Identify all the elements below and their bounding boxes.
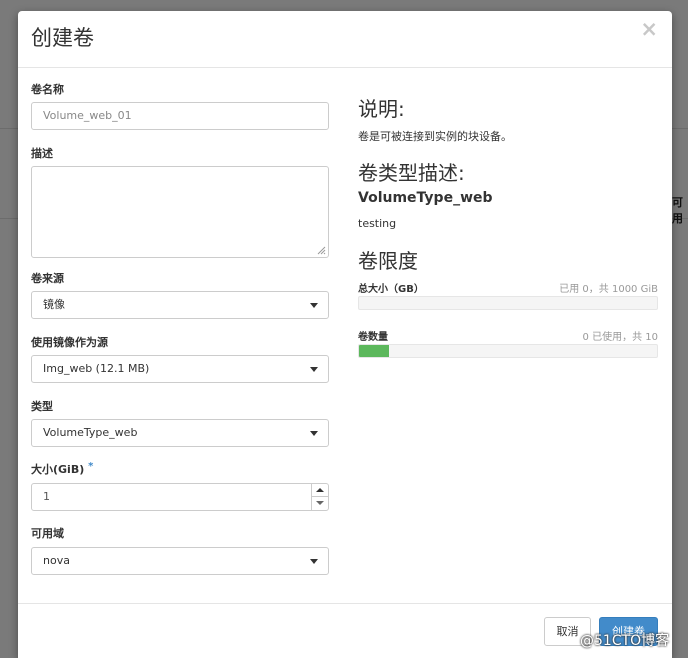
resize-grip-icon[interactable] (317, 246, 326, 255)
caret-down-icon (310, 431, 318, 436)
volume-source-select[interactable]: 镜像 (31, 291, 329, 319)
image-source-label: 使用镜像作为源 (31, 336, 108, 349)
caret-down-icon (310, 303, 318, 308)
volume-count-value: 0 已使用，共 10 (582, 332, 658, 343)
watermark: @51CTO博客 (580, 633, 670, 649)
volume-count-label: 卷数量 (358, 332, 388, 343)
description-label: 描述 (31, 147, 53, 160)
total-size-label: 总大小（GB） (358, 284, 424, 295)
modal-header: 创建卷 × (18, 11, 672, 68)
type-heading: 卷类型描述: (358, 161, 465, 185)
size-label: 大小(GiB) * (31, 461, 93, 477)
required-mark: * (88, 461, 94, 472)
caret-down-icon (310, 559, 318, 564)
chevron-down-icon (316, 501, 324, 505)
volume-name-input[interactable]: Volume_web_01 (31, 102, 329, 130)
availability-zone-label: 可用域 (31, 527, 64, 540)
type-select[interactable]: VolumeType_web (31, 419, 329, 447)
size-input[interactable]: 1 (31, 483, 329, 511)
total-size-value: 已用 0，共 1000 GiB (559, 284, 658, 295)
stepper-up-button[interactable] (312, 484, 328, 497)
modal-footer-divider (18, 603, 672, 604)
size-label-text: 大小(GiB) (31, 463, 85, 476)
limits-heading: 卷限度 (358, 249, 418, 273)
stepper-down-button[interactable] (312, 497, 328, 510)
type-description: testing (358, 217, 397, 230)
availability-zone-value: nova (43, 554, 70, 567)
create-volume-dialog: 创建卷 × 卷名称 Volume_web_01 描述 卷来源 镜像 使用镜像作为… (18, 11, 672, 658)
volume-source-label: 卷来源 (31, 272, 64, 285)
chevron-up-icon (316, 488, 324, 492)
description-heading: 说明: (358, 97, 405, 121)
volume-source-value: 镜像 (43, 298, 65, 311)
type-name: VolumeType_web (358, 190, 493, 206)
image-source-select[interactable]: Img_web (12.1 MB) (31, 355, 329, 383)
close-icon[interactable]: × (640, 19, 658, 40)
description-textarea[interactable] (31, 166, 329, 258)
total-size-progress (358, 296, 658, 310)
type-value: VolumeType_web (43, 426, 138, 439)
type-label: 类型 (31, 400, 53, 413)
description-text: 卷是可被连接到实例的块设备。 (358, 130, 512, 143)
availability-zone-select[interactable]: nova (31, 547, 329, 575)
image-source-value: Img_web (12.1 MB) (43, 362, 150, 375)
modal-title: 创建卷 (31, 26, 94, 50)
volume-count-progress (358, 344, 658, 358)
volume-name-label: 卷名称 (31, 83, 64, 96)
caret-down-icon (310, 367, 318, 372)
size-stepper (311, 484, 328, 510)
size-value: 1 (43, 490, 50, 503)
volume-count-progress-fill (359, 345, 389, 357)
